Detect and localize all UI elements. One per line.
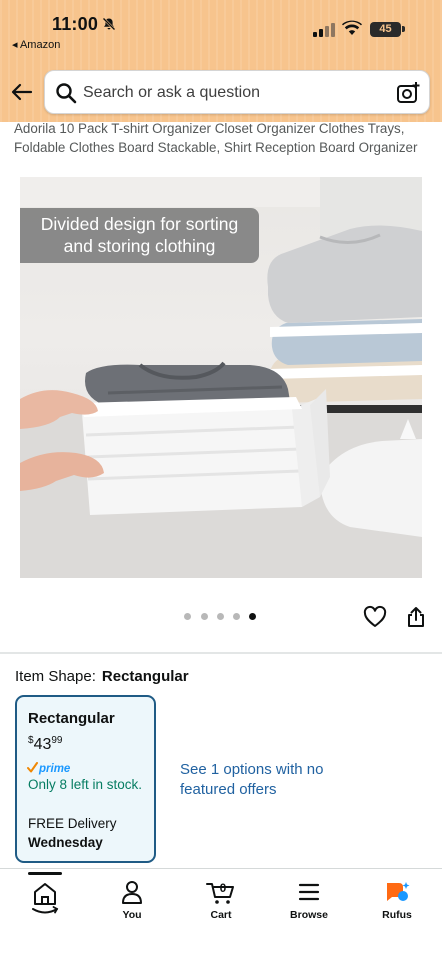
rufus-icon — [387, 882, 410, 901]
nav-rufus[interactable]: Rufus — [362, 879, 432, 921]
wifi-icon — [342, 20, 362, 35]
image-caption-line-2: and storing clothing — [63, 236, 216, 256]
option-price: $4399 — [28, 735, 62, 754]
share-icon[interactable] — [405, 606, 427, 628]
carousel-dot-3[interactable] — [217, 613, 224, 620]
delivery-info: FREE Delivery — [28, 816, 117, 831]
product-title[interactable]: Adorila 10 Pack T-shirt Organizer Closet… — [14, 120, 434, 157]
user-icon — [122, 881, 142, 904]
stock-status: Only 8 left in stock. — [28, 777, 143, 792]
back-to-app-link[interactable]: ◂ Amazon — [12, 38, 60, 51]
nav-browse[interactable]: Browse — [274, 879, 344, 921]
cart-count: 0 — [220, 881, 227, 895]
search-input[interactable]: Search or ask a question — [83, 84, 260, 102]
search-icon — [56, 83, 77, 104]
camera-search-icon[interactable] — [395, 80, 421, 106]
delivery-day: Wednesday — [28, 835, 103, 850]
menu-icon — [298, 883, 320, 901]
bottom-nav: You 0 Cart Browse Rufus — [0, 868, 442, 960]
app-header: 11:00 ◂ Amazon 45 Search or ask a questi… — [0, 0, 442, 122]
carousel-dot-2[interactable] — [201, 613, 208, 620]
nav-cart-label: Cart — [210, 909, 232, 921]
item-shape-value: Rectangular — [101, 668, 189, 685]
status-time: 11:00 — [52, 14, 99, 34]
nav-cart[interactable]: 0 Cart — [186, 879, 256, 921]
cellular-signal-icon — [313, 23, 335, 37]
nav-you[interactable]: You — [97, 879, 167, 921]
section-divider — [0, 652, 442, 654]
option-card-rectangular[interactable]: Rectangular $4399 prime Only 8 left in s… — [15, 695, 156, 863]
home-icon — [32, 883, 59, 914]
search-bar[interactable]: Search or ask a question — [44, 70, 430, 114]
nav-you-label: You — [122, 909, 142, 921]
prime-label: prime — [38, 763, 71, 775]
prime-badge: prime — [27, 762, 71, 775]
nav-rufus-label: Rufus — [382, 909, 412, 921]
battery-level: 45 — [379, 23, 392, 35]
see-options-link[interactable]: See 1 options with no featured offers — [180, 760, 360, 800]
price-whole: 43 — [33, 736, 52, 753]
item-shape-row: Item Shape: Rectangular — [15, 668, 189, 685]
nav-browse-label: Browse — [290, 909, 328, 921]
home-tab-indicator — [28, 872, 62, 875]
image-caption-line-1: Divided design for sorting — [40, 214, 239, 234]
back-arrow-icon[interactable] — [10, 80, 34, 104]
bell-muted-icon — [102, 17, 116, 31]
option-name: Rectangular — [28, 710, 115, 727]
heart-icon[interactable] — [363, 605, 387, 629]
nav-home[interactable] — [10, 879, 80, 915]
item-shape-label: Item Shape: — [15, 668, 96, 685]
carousel-dot-1[interactable] — [184, 613, 191, 620]
carousel-dot-4[interactable] — [233, 613, 240, 620]
battery-nub — [402, 26, 405, 32]
carousel-dot-5-active[interactable] — [249, 613, 256, 620]
image-caption: Divided design for sorting and storing c… — [20, 208, 259, 263]
cart-icon: 0 — [206, 881, 234, 904]
price-cents: 99 — [51, 735, 63, 746]
image-carousel-dots[interactable] — [184, 613, 264, 621]
